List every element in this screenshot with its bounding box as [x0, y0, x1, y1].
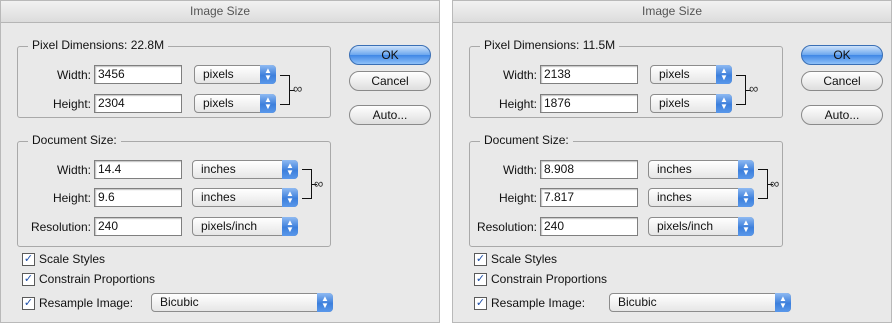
- pixel-width-input[interactable]: 3456: [94, 65, 182, 84]
- doc-height-input[interactable]: 7.817: [540, 188, 638, 207]
- resolution-unit-select[interactable]: pixels/inch ▲ ▼: [192, 217, 298, 236]
- doc-width-input[interactable]: 14.4: [94, 160, 182, 179]
- pixel-height-unit-select[interactable]: pixels ▲ ▼: [194, 94, 276, 113]
- resample-method-select[interactable]: Bicubic ▲ ▼: [609, 293, 791, 312]
- checkmark-icon: ✓: [23, 253, 34, 265]
- document-size-title: Document Size:: [28, 133, 121, 147]
- constrain-proportions-label: Constrain Proportions: [491, 272, 608, 286]
- up-down-arrows-icon: ▲ ▼: [738, 217, 754, 236]
- scale-styles-checkbox[interactable]: ✓: [22, 253, 35, 266]
- pixel-width-label: Width:: [502, 68, 537, 82]
- checkmark-icon: ✓: [475, 273, 486, 285]
- pixel-link-bracket: [280, 75, 295, 105]
- up-down-arrows-icon: ▲ ▼: [282, 160, 298, 179]
- doc-width-label: Width:: [56, 163, 91, 177]
- up-down-arrows-icon: ▲ ▼: [282, 217, 298, 236]
- pixel-dimensions-title: Pixel Dimensions: 22.8M: [28, 38, 169, 52]
- pixel-height-input[interactable]: 2304: [94, 94, 182, 113]
- checkmark-icon: ✓: [475, 297, 486, 309]
- pixel-width-label: Width:: [56, 68, 91, 82]
- doc-width-unit-select[interactable]: inches ▲ ▼: [648, 160, 754, 179]
- image-size-dialog-right: Image Size Pixel Dimensions: 11.5M Width…: [452, 0, 892, 323]
- resolution-label: Resolution:: [476, 220, 537, 234]
- chain-link-icon: ∞: [770, 176, 780, 191]
- doc-height-unit-select[interactable]: inches ▲ ▼: [648, 188, 754, 207]
- resample-image-checkbox[interactable]: ✓: [22, 297, 35, 310]
- up-down-arrows-icon: ▲ ▼: [317, 293, 333, 312]
- up-down-arrows-icon: ▲ ▼: [775, 293, 791, 312]
- up-down-arrows-icon: ▲ ▼: [716, 94, 732, 113]
- constrain-proportions-checkbox[interactable]: ✓: [22, 273, 35, 286]
- constrain-proportions-label: Constrain Proportions: [39, 272, 156, 286]
- resample-image-checkbox[interactable]: ✓: [474, 297, 487, 310]
- pixel-width-input[interactable]: 2138: [540, 65, 638, 84]
- ok-button[interactable]: OK: [349, 45, 431, 65]
- chain-link-icon: ∞: [314, 176, 324, 191]
- up-down-arrows-icon: ▲ ▼: [260, 65, 276, 84]
- doc-link-bracket: [302, 169, 317, 199]
- up-down-arrows-icon: ▲ ▼: [260, 94, 276, 113]
- up-down-arrows-icon: ▲ ▼: [738, 160, 754, 179]
- pixel-dimensions-value: 11.5M: [582, 38, 616, 52]
- up-down-arrows-icon: ▲ ▼: [282, 188, 298, 207]
- scale-styles-label: Scale Styles: [491, 252, 558, 266]
- pixel-width-unit-select[interactable]: pixels ▲ ▼: [194, 65, 276, 84]
- dialog-title: Image Size: [1, 1, 439, 23]
- doc-height-unit-select[interactable]: inches ▲ ▼: [192, 188, 298, 207]
- pixel-height-input[interactable]: 1876: [540, 94, 638, 113]
- chain-link-icon: ∞: [293, 81, 303, 96]
- resolution-input[interactable]: 240: [540, 217, 638, 236]
- dialog-title: Image Size: [453, 1, 891, 23]
- auto-button[interactable]: Auto...: [349, 105, 431, 125]
- cancel-button[interactable]: Cancel: [801, 71, 883, 91]
- ok-button[interactable]: OK: [801, 45, 883, 65]
- scale-styles-checkbox[interactable]: ✓: [474, 253, 487, 266]
- constrain-proportions-checkbox[interactable]: ✓: [474, 273, 487, 286]
- up-down-arrows-icon: ▲ ▼: [716, 65, 732, 84]
- document-size-title: Document Size:: [480, 133, 573, 147]
- pixel-width-unit-select[interactable]: pixels ▲ ▼: [650, 65, 732, 84]
- cancel-button[interactable]: Cancel: [349, 71, 431, 91]
- doc-width-unit-select[interactable]: inches ▲ ▼: [192, 160, 298, 179]
- doc-width-input[interactable]: 8.908: [540, 160, 638, 179]
- resolution-unit-select[interactable]: pixels/inch ▲ ▼: [648, 217, 754, 236]
- pixel-height-label: Height:: [498, 97, 537, 111]
- doc-width-label: Width:: [502, 163, 537, 177]
- pixel-dimensions-value: 22.8M: [130, 38, 165, 52]
- pixel-link-bracket: [736, 75, 751, 105]
- resolution-input[interactable]: 240: [94, 217, 182, 236]
- auto-button[interactable]: Auto...: [801, 105, 883, 125]
- checkmark-icon: ✓: [23, 297, 34, 309]
- pixel-height-label: Height:: [52, 97, 91, 111]
- up-down-arrows-icon: ▲ ▼: [738, 188, 754, 207]
- doc-height-label: Height:: [52, 191, 91, 205]
- resample-image-label: Resample Image:: [39, 296, 134, 310]
- pixel-dimensions-title: Pixel Dimensions: 11.5M: [480, 38, 620, 52]
- resample-image-label: Resample Image:: [491, 296, 586, 310]
- image-size-dialog-left: Image Size Pixel Dimensions: 22.8M Width…: [0, 0, 440, 323]
- doc-height-label: Height:: [498, 191, 537, 205]
- resolution-label: Resolution:: [30, 220, 91, 234]
- resample-method-select[interactable]: Bicubic ▲ ▼: [151, 293, 333, 312]
- doc-height-input[interactable]: 9.6: [94, 188, 182, 207]
- chain-link-icon: ∞: [749, 81, 759, 96]
- checkmark-icon: ✓: [475, 253, 486, 265]
- checkmark-icon: ✓: [23, 273, 34, 285]
- scale-styles-label: Scale Styles: [39, 252, 106, 266]
- doc-link-bracket: [758, 169, 773, 199]
- pixel-height-unit-select[interactable]: pixels ▲ ▼: [650, 94, 732, 113]
